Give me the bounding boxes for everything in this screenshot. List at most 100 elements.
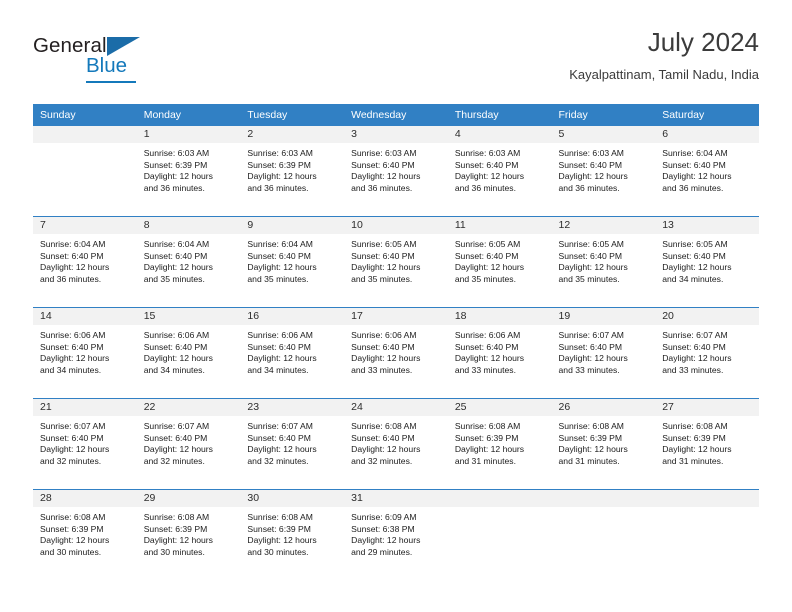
day-cell[interactable]: 21 Sunrise: 6:07 AM Sunset: 6:40 PM Dayligh… [33,398,137,490]
daylight-text-line1: Daylight: 12 hours [143,353,213,364]
day-cell[interactable] [551,489,656,580]
sunrise-text: Sunrise: 6:04 AM [40,239,106,249]
sunset-text: Sunset: 6:39 PM [143,159,208,170]
daylight-text-line2: and 34 minutes. [247,364,309,375]
day-number: 3 [344,126,448,143]
daylight-text-line1: Daylight: 12 hours [662,262,732,273]
daylight-text-line1: Daylight: 12 hours [351,444,421,455]
daylight-text-line1: Daylight: 12 hours [351,535,421,546]
week-row: 14 Sunrise: 6:06 AM Sunset: 6:40 PM Dayligh… [33,307,759,399]
day-number: 17 [344,308,448,325]
day-cell[interactable]: 5 Sunrise: 6:03 AM Sunset: 6:40 PM Daylight… [551,126,656,217]
day-cell[interactable] [447,489,552,580]
sunset-text: Sunset: 6:39 PM [40,523,104,534]
day-number: 22 [136,399,241,416]
daylight-text-line1: Daylight: 12 hours [558,353,628,364]
sunrise-text: Sunrise: 6:08 AM [247,512,313,522]
weekday-header-tuesday: Tuesday [240,104,345,126]
day-number: 16 [240,308,345,325]
day-cell[interactable]: 17 Sunrise: 6:06 AM Sunset: 6:40 PM Dayligh… [344,307,448,399]
day-cell[interactable]: 12 Sunrise: 6:05 AM Sunset: 6:40 PM Dayligh… [551,216,656,308]
daylight-text-line1: Daylight: 12 hours [143,535,213,546]
day-cell[interactable]: 22 Sunrise: 6:07 AM Sunset: 6:40 PM Dayligh… [136,398,241,490]
day-cell[interactable]: 30 Sunrise: 6:08 AM Sunset: 6:39 PM Dayligh… [240,489,345,580]
day-cell[interactable]: 13 Sunrise: 6:05 AM Sunset: 6:40 PM Dayligh… [655,216,759,308]
day-cell[interactable]: 31 Sunrise: 6:09 AM Sunset: 6:38 PM Dayligh… [344,489,448,580]
sunrise-text: Sunrise: 6:07 AM [40,421,106,431]
day-cell[interactable]: 18 Sunrise: 6:06 AM Sunset: 6:40 PM Dayligh… [447,307,552,399]
day-cell[interactable]: 1 Sunrise: 6:03 AM Sunset: 6:39 PM Daylight… [136,126,241,217]
daylight-text-line1: Daylight: 12 hours [454,444,525,455]
daylight-text-line2: and 31 minutes. [454,455,516,466]
day-cell[interactable]: 11 Sunrise: 6:05 AM Sunset: 6:40 PM Dayligh… [447,216,552,308]
day-cell[interactable]: 26 Sunrise: 6:08 AM Sunset: 6:39 PM Dayligh… [551,398,656,490]
daylight-text-line2: and 32 minutes. [143,455,205,466]
day-details: Sunrise: 6:04 AM Sunset: 6:40 PM Daylight:… [240,234,344,285]
sunrise-text: Sunrise: 6:06 AM [143,330,210,340]
sunrise-text: Sunrise: 6:06 AM [40,330,106,340]
daylight-text-line1: Daylight: 12 hours [662,171,732,182]
day-cell[interactable] [33,126,137,217]
day-details: Sunrise: 6:04 AM Sunset: 6:40 PM Daylight:… [655,143,759,194]
day-cell[interactable]: 29 Sunrise: 6:08 AM Sunset: 6:39 PM Dayligh… [136,489,241,580]
sunrise-text: Sunrise: 6:08 AM [40,512,106,522]
day-cell[interactable]: 23 Sunrise: 6:07 AM Sunset: 6:40 PM Dayligh… [240,398,345,490]
day-number: 29 [136,490,241,507]
day-cell[interactable]: 16 Sunrise: 6:06 AM Sunset: 6:40 PM Dayligh… [240,307,345,399]
sunrise-text: Sunrise: 6:09 AM [351,512,417,522]
day-cell[interactable]: 15 Sunrise: 6:06 AM Sunset: 6:40 PM Dayligh… [136,307,241,399]
week-row: 28 Sunrise: 6:08 AM Sunset: 6:39 PM Dayligh… [33,489,759,580]
day-cell[interactable]: 2 Sunrise: 6:03 AM Sunset: 6:39 PM Daylight… [240,126,345,217]
day-cell[interactable]: 4 Sunrise: 6:03 AM Sunset: 6:40 PM Daylight… [447,126,552,217]
day-number: 18 [447,308,552,325]
sunset-text: Sunset: 6:40 PM [454,250,519,261]
day-cell[interactable] [655,489,759,580]
sunrise-text: Sunrise: 6:03 AM [143,148,210,158]
day-details: Sunrise: 6:06 AM Sunset: 6:40 PM Daylight:… [448,325,552,376]
daylight-text-line2: and 36 minutes. [454,182,516,193]
page-subtitle: Kayalpattinam, Tamil Nadu, India [569,66,759,82]
sunrise-text: Sunrise: 6:03 AM [247,148,313,158]
day-details: Sunrise: 6:03 AM Sunset: 6:39 PM Daylight:… [240,143,344,194]
day-cell[interactable]: 9 Sunrise: 6:04 AM Sunset: 6:40 PM Daylight… [240,216,345,308]
day-cell[interactable]: 6 Sunrise: 6:04 AM Sunset: 6:40 PM Daylight… [655,126,759,217]
day-cell[interactable]: 14 Sunrise: 6:06 AM Sunset: 6:40 PM Dayligh… [33,307,137,399]
day-cell[interactable]: 24 Sunrise: 6:08 AM Sunset: 6:40 PM Dayligh… [344,398,448,490]
sunrise-text: Sunrise: 6:06 AM [454,330,521,340]
sunrise-text: Sunrise: 6:04 AM [247,239,313,249]
day-details: Sunrise: 6:08 AM Sunset: 6:39 PM Daylight:… [240,507,344,558]
day-details: Sunrise: 6:07 AM Sunset: 6:40 PM Daylight:… [655,325,759,376]
day-number: 15 [136,308,241,325]
day-details: Sunrise: 6:05 AM Sunset: 6:40 PM Daylight:… [448,234,552,285]
daylight-text-line2: and 29 minutes. [351,546,413,557]
sunset-text: Sunset: 6:40 PM [247,341,311,352]
day-details: Sunrise: 6:07 AM Sunset: 6:40 PM Daylight:… [240,416,344,467]
day-number: 27 [655,399,759,416]
general-blue-logo[interactable]: General Blue [33,30,213,86]
sunrise-text: Sunrise: 6:07 AM [247,421,313,431]
day-cell[interactable]: 28 Sunrise: 6:08 AM Sunset: 6:39 PM Dayligh… [33,489,137,580]
daylight-text-line1: Daylight: 12 hours [247,171,317,182]
daylight-text-line1: Daylight: 12 hours [143,171,213,182]
daylight-text-line2: and 32 minutes. [40,455,102,466]
day-cell[interactable]: 7 Sunrise: 6:04 AM Sunset: 6:40 PM Daylight… [33,216,137,308]
day-cell[interactable]: 8 Sunrise: 6:04 AM Sunset: 6:40 PM Daylight… [136,216,241,308]
day-details: Sunrise: 6:06 AM Sunset: 6:40 PM Daylight:… [240,325,344,376]
weekday-header-friday: Friday [551,104,656,126]
day-number [33,126,137,143]
day-number: 8 [136,217,241,234]
daylight-text-line1: Daylight: 12 hours [662,353,732,364]
day-cell[interactable]: 10 Sunrise: 6:05 AM Sunset: 6:40 PM Dayligh… [344,216,448,308]
daylight-text-line1: Daylight: 12 hours [351,262,421,273]
day-cell[interactable]: 19 Sunrise: 6:07 AM Sunset: 6:40 PM Dayligh… [551,307,656,399]
day-cell[interactable]: 3 Sunrise: 6:03 AM Sunset: 6:40 PM Daylight… [344,126,448,217]
daylight-text-line2: and 36 minutes. [40,273,102,284]
daylight-text-line2: and 33 minutes. [558,364,620,375]
sunset-text: Sunset: 6:39 PM [662,432,726,443]
daylight-text-line2: and 36 minutes. [558,182,620,193]
day-number: 11 [447,217,552,234]
day-cell[interactable]: 25 Sunrise: 6:08 AM Sunset: 6:39 PM Dayligh… [447,398,552,490]
day-cell[interactable]: 27 Sunrise: 6:08 AM Sunset: 6:39 PM Dayligh… [655,398,759,490]
day-cell[interactable]: 20 Sunrise: 6:07 AM Sunset: 6:40 PM Dayligh… [655,307,759,399]
sunset-text: Sunset: 6:40 PM [662,341,726,352]
